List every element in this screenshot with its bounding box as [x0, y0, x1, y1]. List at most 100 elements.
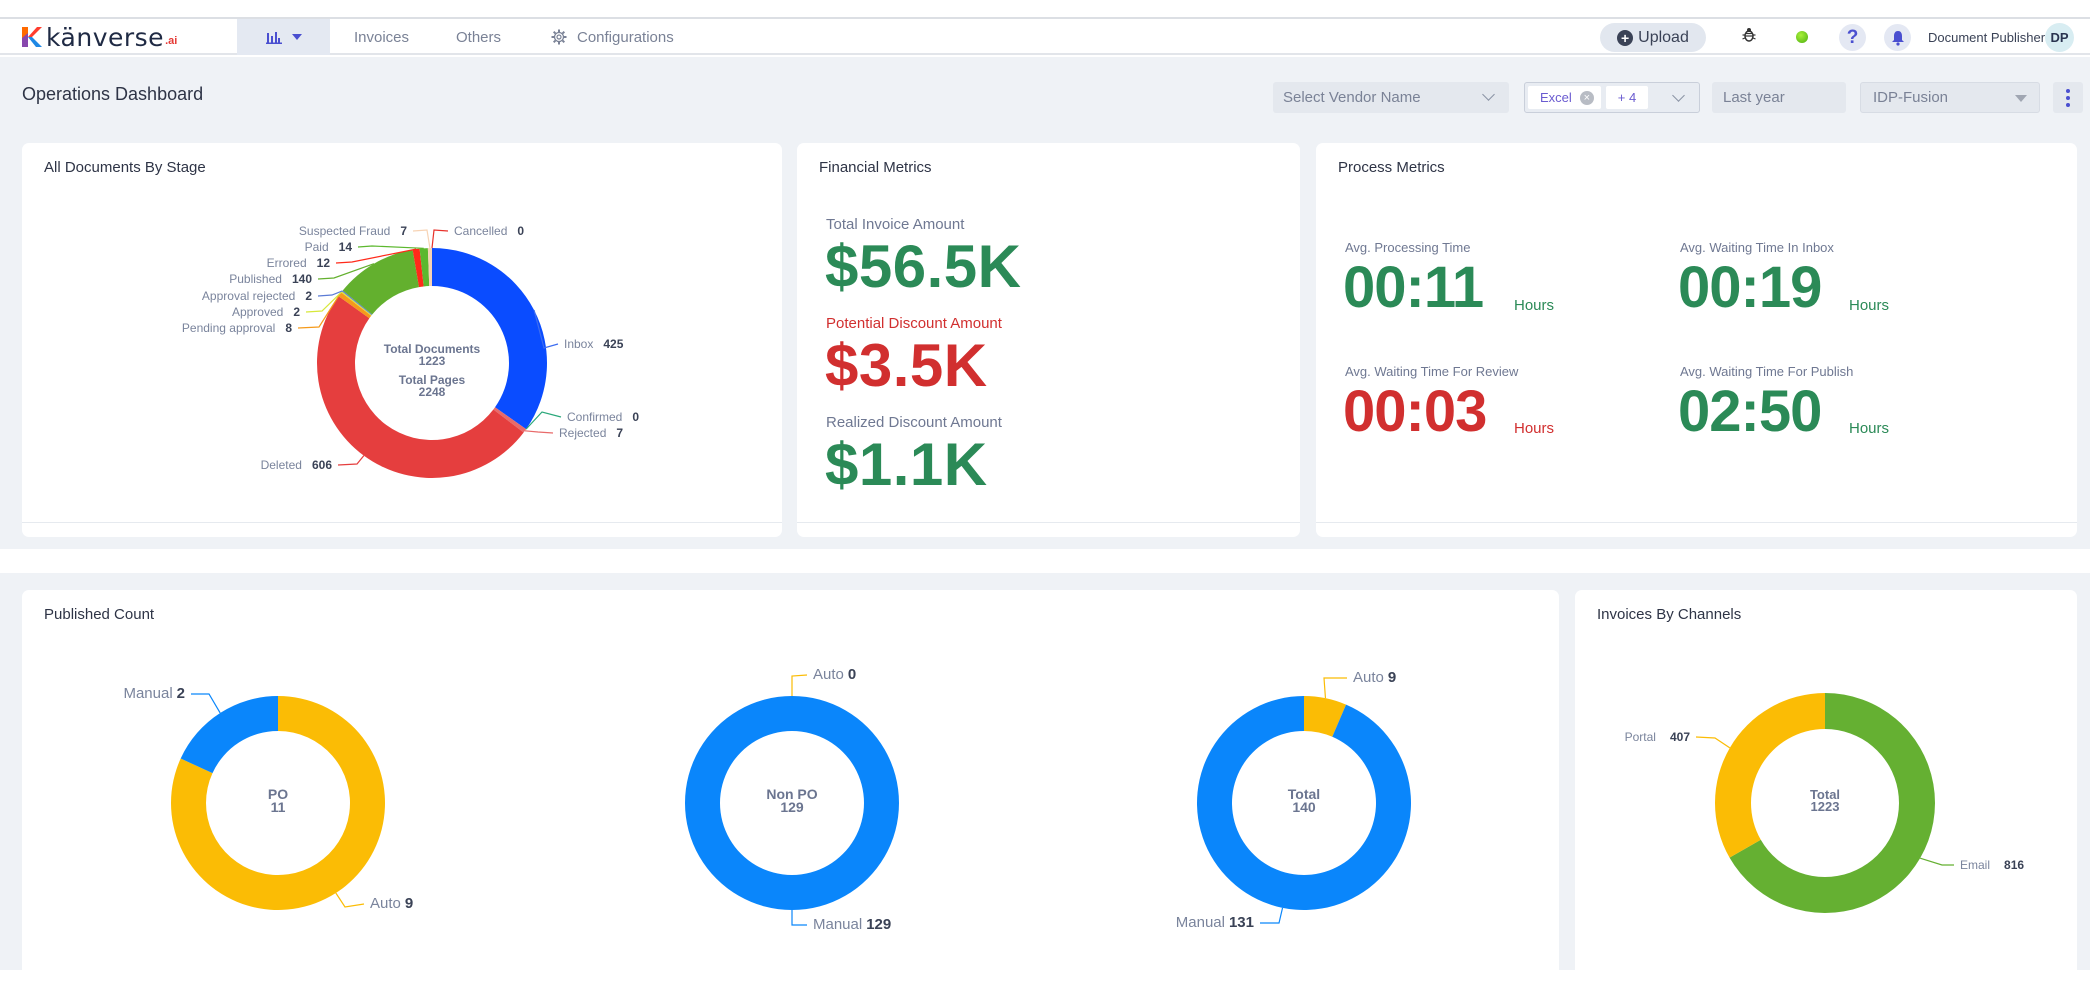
- bug-icon: [1742, 28, 1756, 42]
- leader-line-manual: [1260, 907, 1284, 924]
- nav-invoices-label: Invoices: [354, 28, 410, 46]
- period-select[interactable]: Last year: [1712, 82, 1846, 113]
- published-count-card: Published Count Auto 9 Manual 2 PO 11 Auto 0 Man…: [22, 590, 1559, 980]
- top-navbar: känverse .ai Invoices Others Configurati…: [0, 19, 2090, 55]
- card-divider: [797, 522, 1300, 523]
- leader-line-deleted: [337, 455, 365, 466]
- leader-line-portal: [1695, 736, 1731, 749]
- avg-processing-time-value: 00:11: [1343, 255, 1484, 320]
- label-name: Rejected: [559, 426, 606, 440]
- card-divider: [22, 522, 782, 523]
- notifications-button[interactable]: [1884, 24, 1911, 51]
- kebab-dot: [2066, 88, 2070, 93]
- card-title: Financial Metrics: [819, 159, 932, 176]
- financial-metrics-card: Financial Metrics Total Invoice Amount $…: [797, 143, 1300, 537]
- help-button[interactable]: ?: [1839, 24, 1866, 51]
- label-approved: Approved 2: [232, 305, 300, 319]
- user-name[interactable]: Document Publisher: [1928, 19, 2045, 55]
- leader-line-auto: [335, 892, 365, 908]
- connection-status-indicator: [1796, 31, 1808, 43]
- more-channels-chip[interactable]: + 4: [1606, 86, 1648, 109]
- label-name: Confirmed: [567, 410, 622, 424]
- bug-report-button[interactable]: [1742, 27, 1756, 48]
- project-value: IDP-Fusion: [1873, 89, 1949, 106]
- label-value: 2: [305, 289, 312, 303]
- label-name: Auto: [1353, 669, 1384, 686]
- label-approval-rejected: Approval rejected 2: [202, 289, 312, 303]
- logo-k-icon: [22, 27, 42, 47]
- slice-inbox[interactable]: [432, 248, 547, 430]
- leader-line-cancelled: [431, 229, 449, 249]
- total-donut-group: Auto 9Manual 131Total140: [1176, 669, 1411, 931]
- bar-chart-icon: [265, 32, 282, 44]
- avg-processing-time-unit: Hours: [1514, 297, 1555, 314]
- logo-wordmark: känverse: [46, 22, 165, 52]
- gear-icon: [551, 29, 567, 45]
- label-email: Email 816: [1960, 858, 2024, 872]
- label-errored: Errored 12: [267, 256, 331, 270]
- label-value: 14: [339, 240, 353, 254]
- nav-configurations-label: Configurations: [577, 28, 674, 46]
- center-text-1: 1223: [419, 354, 446, 368]
- potential-discount-value: $3.5K: [825, 332, 988, 399]
- leader-line-suspected-fraud: [412, 229, 431, 249]
- chevron-down-icon: [1672, 89, 1685, 102]
- slice-manual[interactable]: [180, 696, 278, 774]
- chevron-down-icon: [1482, 88, 1495, 101]
- label-portal: Portal 407: [1625, 730, 1691, 744]
- leader-line-email: [1919, 857, 1954, 866]
- published-count-donuts: Auto 9Manual 2PO11Auto 0Manual 129Non PO129A…: [123, 666, 1411, 933]
- label-value: 12: [317, 256, 331, 270]
- help-icon: ?: [1846, 26, 1859, 48]
- label-name: Deleted: [261, 458, 302, 472]
- nav-others[interactable]: Others: [456, 19, 501, 55]
- label-name: Approved: [232, 305, 283, 319]
- label-paid: Paid 14: [305, 240, 353, 254]
- avg-waiting-review-unit: Hours: [1514, 420, 1555, 437]
- leader-line-manual: [791, 910, 807, 926]
- leader-line-rejected: [524, 430, 554, 434]
- nav-invoices[interactable]: Invoices: [354, 19, 409, 55]
- kebab-dot: [2066, 102, 2070, 107]
- center-text-1: 11: [271, 799, 286, 815]
- leader-line-manual: [191, 693, 221, 714]
- avg-waiting-review-label: Avg. Waiting Time For Review: [1345, 364, 1519, 379]
- label-value: 2: [293, 305, 300, 319]
- channel-chip-excel[interactable]: Excel ×: [1528, 86, 1601, 109]
- app-logo[interactable]: känverse .ai: [20, 22, 178, 52]
- label-name: Manual: [1176, 914, 1225, 931]
- slice-portal[interactable]: [1715, 693, 1825, 858]
- nav-configurations[interactable]: Configurations: [551, 19, 674, 55]
- label-suspected-fraud: Suspected Fraud 7: [299, 224, 407, 238]
- leader-line-auto: [791, 674, 808, 696]
- label-name: Auto: [370, 895, 401, 912]
- center-text-3: 2248: [419, 385, 446, 399]
- vendor-select[interactable]: Select Vendor Name: [1273, 82, 1509, 113]
- process-metrics-card: Process Metrics Avg. Processing Time 00:…: [1316, 143, 2077, 537]
- card-title: Process Metrics: [1338, 159, 1445, 176]
- user-avatar[interactable]: DP: [2045, 23, 2074, 52]
- avg-waiting-inbox-value: 00:19: [1678, 255, 1822, 320]
- label-name: Inbox: [564, 337, 593, 351]
- remove-chip-icon[interactable]: ×: [1579, 90, 1594, 105]
- label-name: Email: [1960, 858, 1990, 872]
- avg-waiting-publish-value: 02:50: [1678, 379, 1822, 444]
- period-value: Last year: [1723, 89, 1785, 106]
- po-donut-group: Auto 9Manual 2PO11: [123, 685, 413, 912]
- project-select[interactable]: IDP-Fusion: [1860, 82, 2040, 113]
- logo-suffix: .ai: [165, 35, 178, 47]
- nav-dashboard-menu[interactable]: [237, 19, 330, 55]
- upload-button[interactable]: + Upload: [1600, 23, 1706, 52]
- realized-discount-value: $1.1K: [825, 431, 988, 498]
- avg-waiting-publish-label: Avg. Waiting Time For Publish: [1680, 364, 1854, 379]
- more-channels-count: + 4: [1617, 90, 1637, 105]
- more-options-button[interactable]: [2053, 82, 2083, 113]
- avg-processing-time-label: Avg. Processing Time: [1345, 240, 1471, 255]
- label-name: Approval rejected: [202, 289, 295, 303]
- channel-multiselect[interactable]: Excel × + 4: [1524, 82, 1700, 113]
- label-cancelled: Cancelled 0: [454, 224, 524, 238]
- label-value: 9: [1388, 669, 1396, 686]
- label-pending-approval: Pending approval 8: [182, 321, 292, 335]
- label-value: 140: [292, 272, 312, 286]
- avg-waiting-publish-unit: Hours: [1849, 420, 1890, 437]
